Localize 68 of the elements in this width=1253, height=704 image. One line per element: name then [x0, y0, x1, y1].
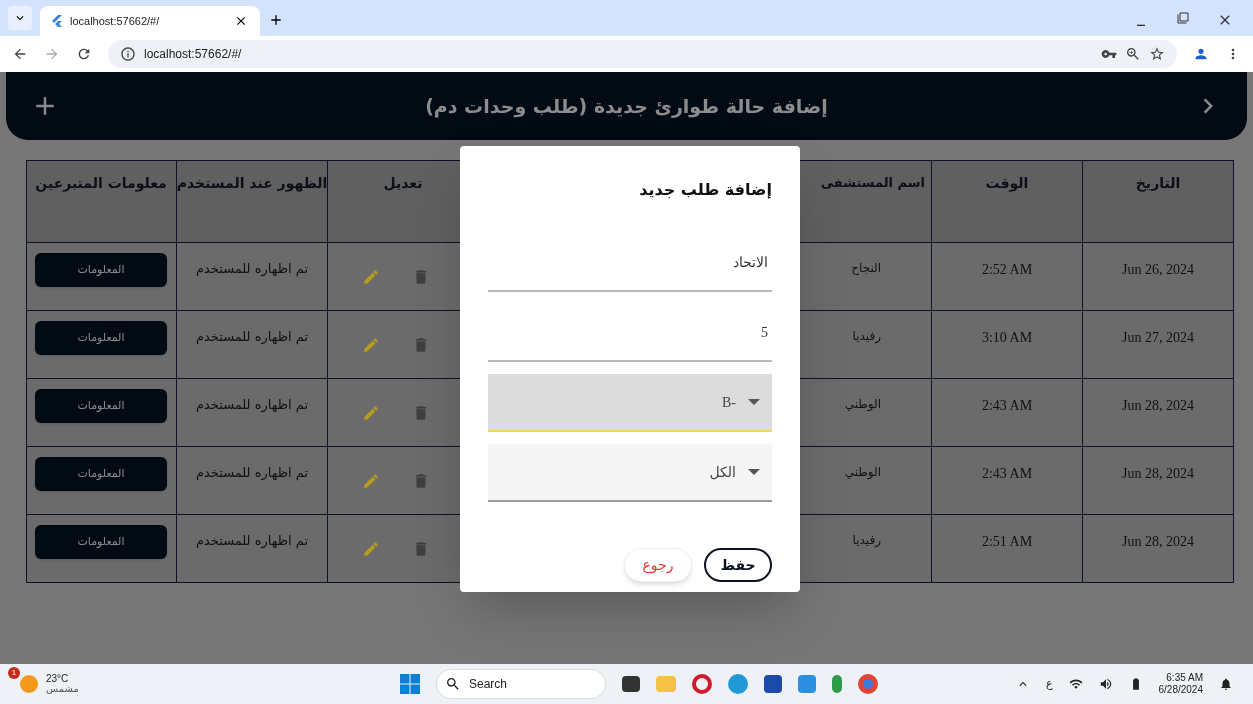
new-tab-icon[interactable]: [268, 12, 284, 28]
search-icon: [445, 676, 461, 692]
table-cell-text: تم اظهاره للمستخدم: [195, 260, 309, 279]
search-field[interactable]: Search: [436, 669, 606, 699]
table-cell-text: رفيديا: [852, 532, 881, 549]
dropdown-caret-icon: [748, 469, 760, 475]
info-button[interactable]: المعلومات: [35, 457, 167, 491]
info-button[interactable]: المعلومات: [35, 321, 167, 355]
table-cell-text: رفيديا: [852, 328, 881, 345]
column-header: معلومات المتبرعين: [35, 174, 167, 194]
table-cell-text: تم اظهاره للمستخدم: [195, 396, 309, 415]
browser-tab[interactable]: localhost:57662/#/: [40, 6, 260, 36]
info-icon[interactable]: [120, 46, 136, 62]
input-field[interactable]: الاتحاد: [488, 234, 772, 292]
table-cell-text: الوطني: [844, 396, 881, 413]
table-cell-text: النجاح: [851, 260, 881, 277]
table-cell-text: الوطني: [844, 464, 881, 481]
address-bar[interactable]: localhost:57662/#/: [108, 40, 1177, 68]
temperature-text: 23°C: [46, 674, 70, 684]
table-cell-text: 2:43 AM: [981, 397, 1033, 415]
column-header: اسم المستشفى: [820, 174, 925, 192]
volume-icon[interactable]: [1098, 677, 1113, 691]
info-button[interactable]: المعلومات: [35, 525, 167, 559]
taskbar-app-icon[interactable]: [622, 676, 640, 692]
table-cell-text: Jun 28, 2024: [1122, 397, 1194, 415]
tab-list-button[interactable]: [8, 6, 32, 30]
header-title: إضافة حالة طوارئ جديدة (طلب وحدات دم): [425, 93, 828, 120]
back-icon[interactable]: [12, 46, 28, 62]
restore-icon[interactable]: [1177, 12, 1189, 24]
dropdown-caret-icon: [748, 399, 760, 405]
close-tab-icon[interactable]: [234, 14, 248, 28]
clock-date[interactable]: 6/28/2024: [1158, 684, 1203, 697]
keyboard-language[interactable]: ع: [1045, 676, 1053, 692]
save-button[interactable]: حفظ: [704, 548, 772, 582]
dropdown-field[interactable]: الكل: [488, 444, 772, 502]
flutter-logo-icon: [52, 15, 62, 27]
profile-icon[interactable]: [1193, 46, 1209, 62]
column-header: التاريخ: [1135, 174, 1181, 194]
tab-title: localhost:57662/#/: [70, 13, 161, 29]
table-cell-text: Jun 26, 2024: [1122, 261, 1194, 279]
table-cell-text: 2:51 AM: [981, 533, 1033, 551]
info-button[interactable]: المعلومات: [35, 389, 167, 423]
table-cell-text: 2:43 AM: [981, 465, 1033, 483]
back-button[interactable]: رجوع: [624, 548, 692, 582]
clock-time[interactable]: 6:35 AM: [1166, 671, 1203, 684]
table-cell-text: 3:10 AM: [981, 329, 1033, 347]
column-header: الظهور عند المستخدم: [176, 174, 328, 194]
dialog-title: إضافة طلب جديد: [638, 179, 772, 201]
table-cell-text: تم اظهاره للمستخدم: [195, 532, 309, 551]
info-button[interactable]: المعلومات: [35, 253, 167, 287]
reload-icon[interactable]: [76, 46, 92, 62]
column-header: الوقت: [985, 174, 1029, 194]
table-cell-text: Jun 27, 2024: [1122, 329, 1194, 347]
notification-badge: 1: [8, 667, 20, 679]
notifications-icon[interactable]: [1219, 677, 1233, 691]
star-icon[interactable]: [1149, 46, 1165, 62]
wifi-icon[interactable]: [1068, 677, 1083, 691]
input-field[interactable]: 5: [488, 304, 772, 362]
url-text: localhost:57662/#/: [144, 46, 243, 63]
zoom-icon[interactable]: [1125, 46, 1141, 62]
table-cell-text: Jun 28, 2024: [1122, 465, 1194, 483]
weather-text: مشمس: [46, 684, 79, 694]
table-cell-text: Jun 28, 2024: [1122, 533, 1194, 551]
table-cell-text: 2:52 AM: [981, 261, 1033, 279]
column-header: تعديل: [383, 174, 423, 193]
table-cell-text: تم اظهاره للمستخدم: [195, 328, 309, 347]
dropdown-field[interactable]: B-: [488, 374, 772, 432]
table-cell-text: تم اظهاره للمستخدم: [195, 464, 309, 483]
